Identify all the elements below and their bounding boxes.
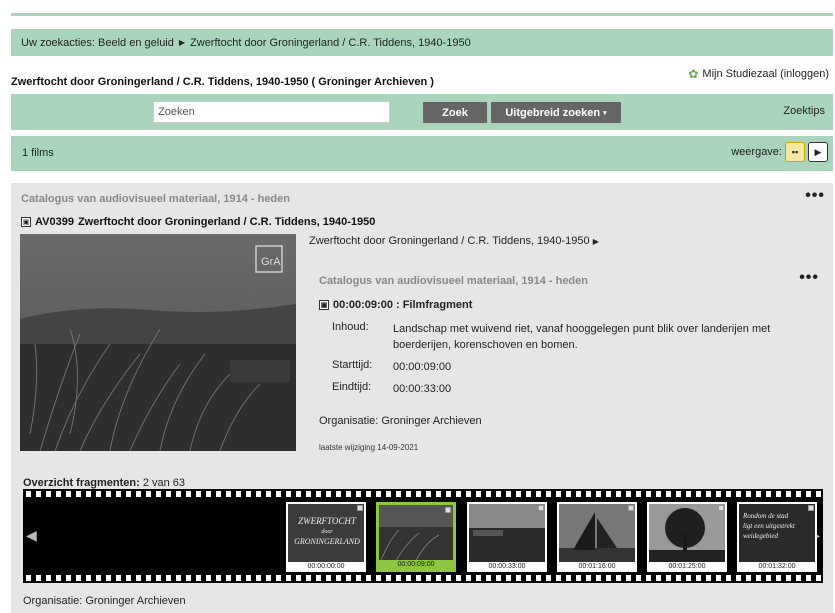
fragment-catalog-label: Catalogus van audiovisueel materiaal, 19… [319, 275, 588, 287]
related-title-link[interactable]: Zwerftocht door Groningerland / C.R. Tid… [309, 235, 599, 247]
breadcrumb-arrow-icon: ▶ [178, 38, 186, 47]
organisatie-bottom: Organisatie: Groninger Archieven [23, 595, 186, 607]
advanced-search-button[interactable]: Uitgebreid zoeken ▾ [491, 102, 621, 123]
fragment-thumbnail-active[interactable]: 00:00:09:00 [376, 502, 456, 572]
fragment-thumbnail[interactable]: 00:01:25:00 [647, 502, 727, 572]
starttijd-label: Starttijd: [332, 359, 373, 371]
thumbnail-time: 00:00:09:00 [379, 560, 453, 569]
thumbnail-time: 00:01:25:00 [648, 562, 726, 571]
thumbnail-view-icon[interactable]: ▪▪ [785, 142, 805, 162]
inhoud-value: Landschap met wuivend riet, vanaf hoogge… [393, 323, 771, 351]
inhoud-label: Inhoud: [332, 321, 369, 333]
page-title: Zwerftocht door Groningerland / C.R. Tid… [11, 76, 434, 88]
svg-text:GRONINGERLAND: GRONINGERLAND [294, 537, 360, 546]
svg-text:door: door [321, 529, 333, 535]
list-view-icon[interactable]: ▶ [808, 142, 828, 162]
filmstrip: ◀ ▶ ZWERFTOCHT door GRONINGERLAND 00:00:… [23, 489, 823, 583]
zoektips-link[interactable]: Zoektips [783, 105, 825, 117]
thumbnail-corner-icon [538, 505, 544, 511]
thumbnail-corner-icon [357, 505, 363, 511]
record-title-text: Zwerftocht door Groningerland / C.R. Tid… [77, 216, 376, 228]
chevron-down-icon: ▾ [603, 109, 607, 117]
films-count: 1 films [22, 147, 54, 159]
thumbnail-corner-icon [808, 505, 814, 511]
record-code: AV0399 [35, 216, 74, 228]
film-icon: ▣ [21, 217, 31, 227]
thumbnail-time: 00:01:32:00 [738, 562, 816, 571]
fragment-thumbnail[interactable]: ZWERFTOCHT door GRONINGERLAND 00:00:00:0… [286, 502, 366, 572]
search-input[interactable] [153, 101, 390, 123]
thumbnail-time: 00:00:00:00 [287, 562, 365, 571]
breadcrumb-current[interactable]: Zwerftocht door Groningerland / C.R. Tid… [190, 37, 471, 49]
more-options-icon[interactable]: ••• [805, 188, 825, 204]
play-arrow-icon: ▶ [592, 237, 599, 246]
thumbnail-time: 00:00:33:00 [468, 562, 546, 571]
video-frame-image: GrA [20, 234, 296, 451]
fragment-more-options-icon[interactable]: ••• [799, 270, 819, 286]
flower-icon: ✿ [688, 67, 699, 81]
filmstrip-perforation-top [23, 491, 823, 497]
advanced-search-label: Uitgebreid zoeken [505, 106, 601, 119]
record-panel: Catalogus van audiovisueel materiaal, 19… [11, 183, 833, 613]
svg-text:ligt een uitgestrekt: ligt een uitgestrekt [743, 522, 796, 530]
eindtijd-label: Eindtijd: [332, 381, 372, 393]
fragment-thumbnail[interactable]: Rondom de stad ligt een uitgestrekt weid… [737, 502, 817, 572]
svg-text:weidegebied: weidegebied [743, 532, 778, 540]
fragments-overview: Overzicht fragmenten: 2 van 63 [23, 477, 185, 489]
top-divider [11, 13, 833, 16]
studiezaal-login-link[interactable]: ✿ Mijn Studiezaal (inloggen) [688, 67, 829, 81]
record-title: ▣ AV0399 Zwerftocht door Groningerland /… [21, 216, 375, 228]
studiezaal-label: Mijn Studiezaal (inloggen) [702, 68, 829, 80]
previous-arrow-icon[interactable]: ◀ [26, 527, 37, 544]
overview-value: 2 van 63 [142, 477, 186, 489]
thumbnail-corner-icon [718, 505, 724, 511]
fragment-title: ▣ 00:00:09:00 : Filmfragment [319, 299, 472, 311]
search-bar: Zoek Uitgebreid zoeken ▾ Zoektips [11, 94, 833, 130]
svg-text:Rondom de stad: Rondom de stad [742, 512, 789, 520]
results-bar: 1 films weergave: ▪▪ ▶ [11, 136, 833, 171]
fragment-title-text: 00:00:09:00 : Filmfragment [333, 299, 473, 311]
thumbnail-time: 00:01:16:00 [558, 562, 636, 571]
organisatie-line: Organisatie: Groninger Archieven [319, 415, 482, 427]
fragment-thumbnail[interactable]: 00:00:33:00 [467, 502, 547, 572]
starttijd-value: 00:00:09:00 [393, 361, 452, 373]
overview-label: Overzicht fragmenten: [23, 477, 140, 489]
thumbnail-corner-icon [445, 507, 451, 513]
svg-text:ZWERFTOCHT: ZWERFTOCHT [298, 516, 357, 526]
video-watermark: GrA [261, 256, 281, 268]
breadcrumb: Uw zoekacties: Beeld en geluid ▶ Zwerfto… [11, 29, 833, 56]
filmstrip-perforation-bottom [23, 575, 823, 581]
catalog-label: Catalogus van audiovisueel materiaal, 19… [21, 193, 290, 205]
last-modified: laatste wijziging 14-09-2021 [319, 443, 419, 452]
breadcrumb-root-link[interactable]: Uw zoekacties: Beeld en geluid [21, 37, 174, 49]
related-title-text: Zwerftocht door Groningerland / C.R. Tid… [309, 235, 590, 247]
view-switcher: weergave: ▪▪ ▶ [731, 142, 828, 162]
eindtijd-value: 00:00:33:00 [393, 383, 452, 395]
video-player[interactable]: GrA [20, 234, 296, 451]
thumbnail-corner-icon [628, 505, 634, 511]
fragment-film-icon: ▣ [319, 300, 329, 310]
fragment-thumbnail[interactable]: 00:01:16:00 [557, 502, 637, 572]
zoek-button[interactable]: Zoek [423, 102, 487, 123]
view-label: weergave: [731, 146, 782, 158]
